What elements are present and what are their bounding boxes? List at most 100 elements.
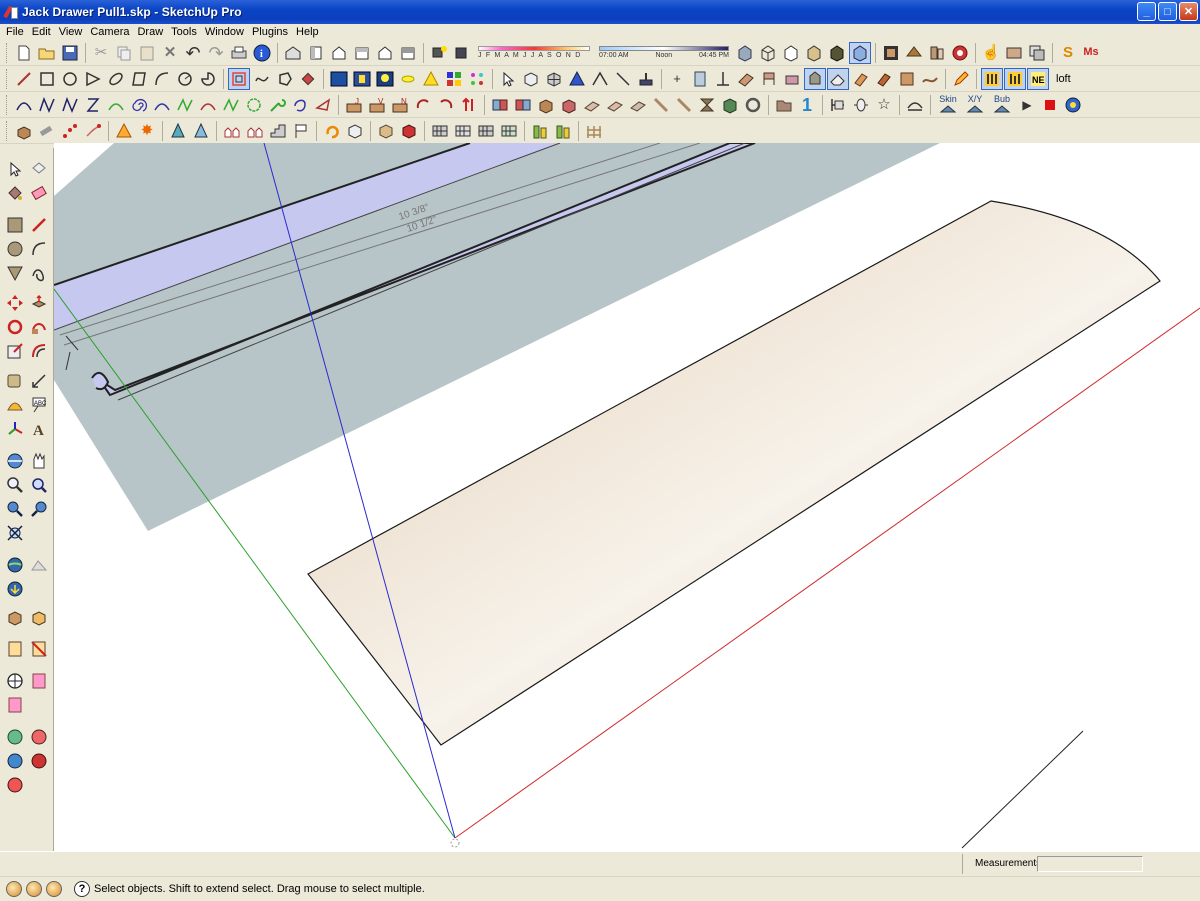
pie-icon[interactable] <box>197 68 219 90</box>
number-one-icon[interactable]: 1 <box>796 94 818 116</box>
menu-draw[interactable]: Draw <box>133 26 167 38</box>
ruler-icon[interactable] <box>650 94 672 116</box>
grid-box-4-icon[interactable] <box>498 120 520 142</box>
houses-2-icon[interactable] <box>244 120 266 142</box>
box-red-2-icon[interactable] <box>398 120 420 142</box>
menu-edit[interactable]: Edit <box>28 26 55 38</box>
circle-icon[interactable] <box>59 68 81 90</box>
menu-plugins[interactable]: Plugins <box>248 26 292 38</box>
grid-box-3-icon[interactable] <box>475 120 497 142</box>
play-icon[interactable]: ▶ <box>1016 94 1038 116</box>
help-icon[interactable]: ? <box>74 881 90 897</box>
save-icon[interactable] <box>59 42 81 64</box>
rotate-x-icon[interactable] <box>412 94 434 116</box>
redo-icon[interactable]: ↷ <box>205 42 227 64</box>
loft-tool-label[interactable]: loft <box>1056 73 1071 85</box>
front-view-icon[interactable] <box>328 42 350 64</box>
bottle-2-icon[interactable] <box>552 120 574 142</box>
needle-icon[interactable] <box>612 68 634 90</box>
grid-box-2-icon[interactable] <box>452 120 474 142</box>
sandbox-from-contours-icon[interactable] <box>4 726 26 748</box>
shaded-icon[interactable] <box>803 42 825 64</box>
minimize-button[interactable]: _ <box>1137 2 1156 21</box>
menu-view[interactable]: View <box>55 26 87 38</box>
measurements-input[interactable] <box>1037 856 1143 872</box>
cut-board-icon[interactable] <box>850 68 872 90</box>
select-icon[interactable] <box>4 158 26 180</box>
polygon-tool-icon[interactable] <box>4 262 26 284</box>
polyline-icon[interactable] <box>36 94 58 116</box>
ruby-ms-icon[interactable]: Ms <box>1080 42 1102 64</box>
zoom-window-tool-icon[interactable] <box>28 474 50 496</box>
parallelogram-icon[interactable] <box>128 68 150 90</box>
ellipse-icon[interactable] <box>105 68 127 90</box>
path-dots-icon[interactable] <box>82 120 104 142</box>
stairs-icon[interactable] <box>267 120 289 142</box>
fog-icon[interactable] <box>451 42 473 64</box>
section-plane-icon[interactable] <box>827 94 849 116</box>
arc-icon[interactable] <box>151 68 173 90</box>
toolbar-grip[interactable] <box>6 94 9 115</box>
material-icon[interactable] <box>903 42 925 64</box>
joystick-icon[interactable] <box>635 68 657 90</box>
eraser-tool-icon[interactable] <box>28 182 50 204</box>
component-icon[interactable] <box>880 42 902 64</box>
model-info-icon[interactable]: i <box>251 42 273 64</box>
bezier-icon[interactable] <box>13 94 35 116</box>
align-n-icon[interactable]: N <box>389 94 411 116</box>
orbit-tool-icon[interactable] <box>4 450 26 472</box>
freehand-tool-icon[interactable] <box>28 262 50 284</box>
zoom-extents-tool-icon[interactable] <box>4 498 26 520</box>
sync-icon[interactable] <box>1062 94 1084 116</box>
menu-help[interactable]: Help <box>292 26 323 38</box>
offset-icon[interactable] <box>228 67 250 90</box>
twist-icon[interactable] <box>696 94 718 116</box>
arch-icon[interactable] <box>904 94 926 116</box>
box-tan-icon[interactable] <box>375 120 397 142</box>
mirror-icon[interactable] <box>512 94 534 116</box>
toolbar-grip[interactable] <box>6 42 9 63</box>
slab-icon[interactable] <box>581 94 603 116</box>
arc-2-icon[interactable] <box>105 94 127 116</box>
get-image-tool-icon[interactable] <box>4 578 26 600</box>
curve-s-icon[interactable] <box>82 94 104 116</box>
toggle-terrain-tool-icon[interactable] <box>28 554 50 576</box>
shadows-icon[interactable] <box>428 42 450 64</box>
print-icon[interactable] <box>228 42 250 64</box>
shadow-date-slider[interactable]: J F M A M J J A S O N D <box>478 46 590 59</box>
column-chart-icon[interactable] <box>981 67 1003 90</box>
flag-icon[interactable] <box>290 120 312 142</box>
protractor-tool-icon[interactable] <box>4 394 26 416</box>
flip-icon[interactable] <box>489 94 511 116</box>
cone-icon[interactable] <box>420 68 442 90</box>
eraser-icon[interactable] <box>827 67 849 90</box>
star-icon[interactable]: ☆ <box>873 94 895 116</box>
circle-tool-icon[interactable] <box>4 238 26 260</box>
leaf-icon[interactable] <box>312 94 334 116</box>
look-around-tool-icon[interactable] <box>4 694 26 716</box>
bars-icon[interactable] <box>1004 67 1026 90</box>
follow-me-tool-icon[interactable] <box>28 316 50 338</box>
plus-icon[interactable]: + <box>666 68 688 90</box>
time-gradient-bar[interactable] <box>599 46 729 51</box>
cone-label-icon[interactable] <box>190 120 212 142</box>
skin-tool[interactable]: Skin <box>935 94 961 116</box>
octagon-icon[interactable] <box>243 94 265 116</box>
wrench-icon[interactable] <box>266 94 288 116</box>
sketchup-app-icon[interactable] <box>4 5 18 19</box>
ne-icon[interactable]: NE <box>1027 67 1049 90</box>
axes-tool-icon[interactable] <box>4 418 26 440</box>
paint-bucket-icon[interactable] <box>804 67 826 90</box>
box-red-icon[interactable] <box>558 94 580 116</box>
stray-edge[interactable] <box>961 730 1084 849</box>
rectangle-icon[interactable] <box>36 68 58 90</box>
grid-box-icon[interactable] <box>429 120 451 142</box>
model-canvas[interactable]: 10 3/8" 10 1/2" <box>54 143 1200 851</box>
lens-icon[interactable] <box>397 68 419 90</box>
rotate-orange-icon[interactable] <box>321 120 343 142</box>
box-open-icon[interactable] <box>535 94 557 116</box>
move-tool-icon[interactable] <box>4 292 26 314</box>
dimension-tool-icon[interactable] <box>28 370 50 392</box>
stamp-tool-icon[interactable] <box>28 750 50 772</box>
align-v-icon[interactable]: V <box>366 94 388 116</box>
